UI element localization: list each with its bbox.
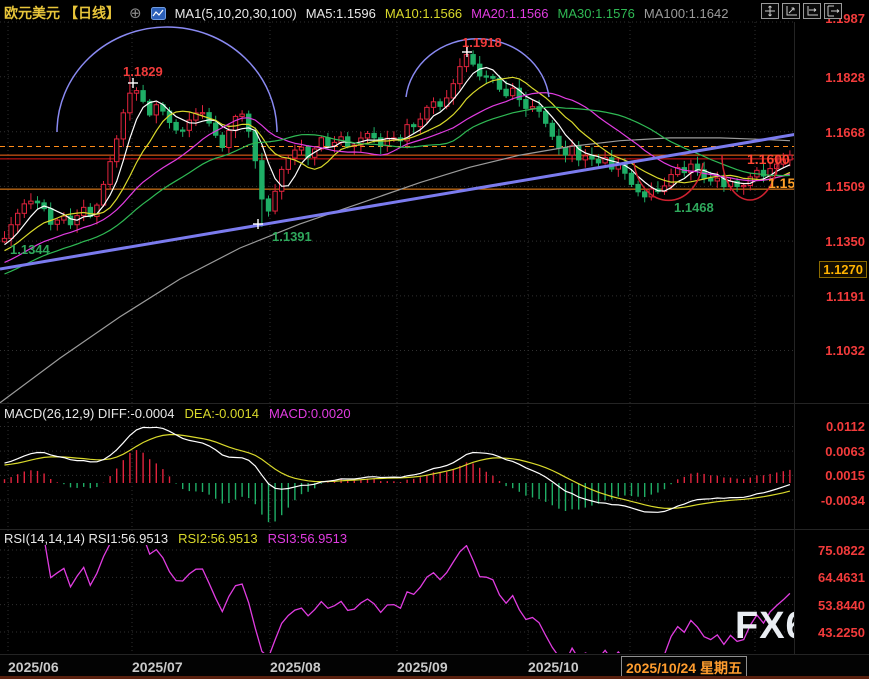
rsi3-value: RSI3:56.9513 [268,531,348,546]
rsi-axis-label: 53.8440 [818,598,865,613]
macd-axis-label: -0.0034 [821,493,865,508]
add-indicator-icon[interactable]: ⊕ [129,6,142,21]
hline-price-tag[interactable]: 1.1600 [747,151,790,167]
rsi-axis-label: 75.0822 [818,543,865,558]
axis-separator [794,22,795,655]
pane-separator [0,403,869,404]
macd-dea-value: DEA:-0.0014 [185,406,259,421]
rsi2-value: RSI2:56.9513 [178,531,258,546]
macd-diff-value[interactable]: MACD(26,12,9) DIFF:-0.0004 [4,406,175,421]
ma-lines [0,68,790,403]
ma30-value: MA30:1.1576 [558,6,635,21]
price-annotation: 1.1468 [674,200,714,215]
chart-canvas[interactable]: 1.1829 1.1918 1.1344 1.1391 1.1468 1.1600 1.15… [0,0,869,679]
goto-latest-button[interactable] [824,3,842,19]
ma5-value: MA5:1.1596 [306,6,376,21]
rsi-header: RSI(14,14,14) RSI1:56.9513 RSI2:56.9513 … [4,531,347,546]
price-annotation: 1.1391 [272,229,312,244]
macd-value: MACD:0.0020 [269,406,351,421]
ma100-value: MA100:1.1642 [644,6,729,21]
rsi-axis-label: 43.2250 [818,625,865,640]
month-label: 2025/06 [8,659,59,675]
period-label[interactable]: 【日线】 [64,3,120,23]
month-label: 2025/10 [528,659,579,675]
price-annotation: 1.1829 [123,64,163,79]
chart-header: 欧元美元 【日线】 ⊕ MA1(5,10,20,30,100) MA5:1.15… [4,3,728,23]
candles-layer [2,46,792,246]
pane-separator [0,529,869,530]
pan-tool-button[interactable] [761,3,779,19]
auto-scale-button[interactable] [782,3,800,19]
price-axis[interactable]: 1.1987 1.1828 1.1668 1.1509 1.1350 1.127… [795,0,869,679]
ma-settings-label[interactable]: MA1(5,10,20,30,100) [175,6,297,21]
gridlines [0,22,794,659]
price-annotation: 1.1344 [10,242,51,257]
axis-label: 1.1828 [825,70,865,85]
ma10-value: MA10:1.1566 [385,6,462,21]
macd-axis-label: 0.0063 [825,444,865,459]
axis-label: 1.1509 [825,179,865,194]
axis-label-highlighted: 1.1270 [819,261,867,278]
chart-toolbar [761,3,842,19]
rsi1-value[interactable]: RSI(14,14,14) RSI1:56.9513 [4,531,168,546]
macd-axis-label: 0.0015 [825,468,865,483]
price-annotation: 1.1918 [462,35,502,50]
axis-label: 1.1191 [826,289,865,304]
macd-axis-label: 0.0112 [826,419,865,434]
macd-header: MACD(26,12,9) DIFF:-0.0004 DEA:-0.0014 M… [4,406,351,421]
symbol-title: 欧元美元 [4,3,60,23]
time-scale-button[interactable] [803,3,821,19]
chart-type-icon[interactable] [151,7,166,20]
month-label: 2025/09 [397,659,448,675]
rsi-axis-label: 64.4631 [818,570,865,585]
axis-label: 1.1350 [825,234,865,249]
ma20-value: MA20:1.1566 [471,6,548,21]
month-label: 2025/07 [132,659,183,675]
axis-label: 1.1032 [825,343,865,358]
month-label: 2025/08 [270,659,321,675]
chart-window: 1.1829 1.1918 1.1344 1.1391 1.1468 1.1600 1.15… [0,0,869,679]
axis-label: 1.1668 [825,125,865,140]
